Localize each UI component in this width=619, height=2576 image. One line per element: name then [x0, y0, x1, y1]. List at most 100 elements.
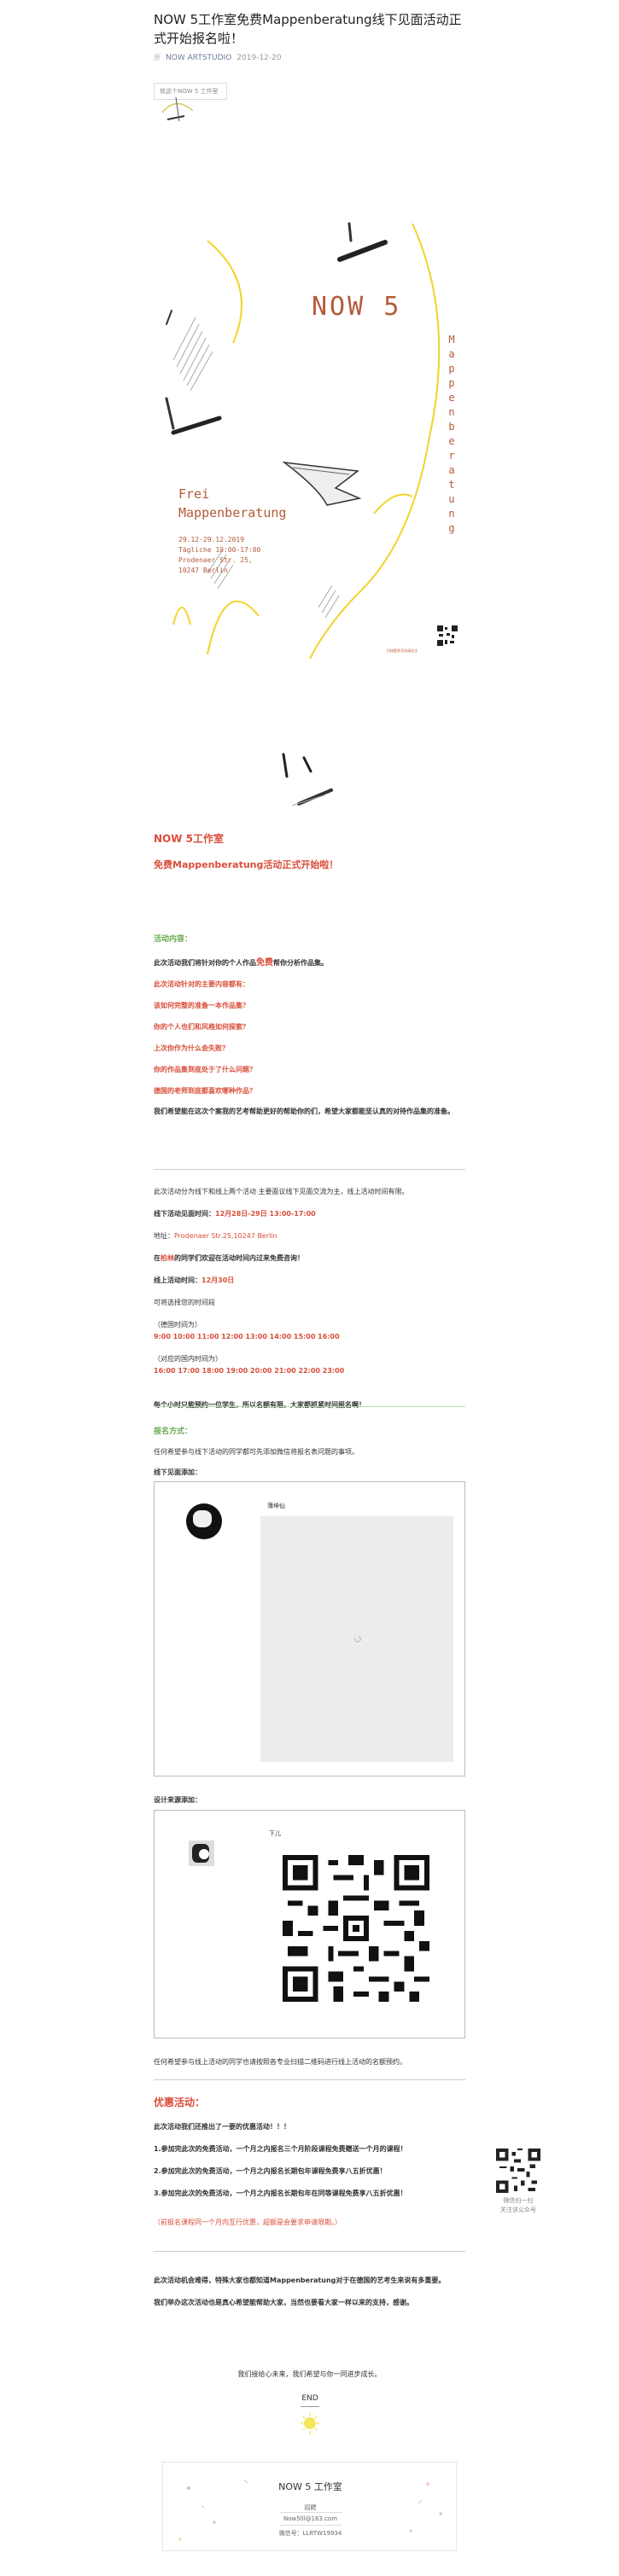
poster-frei: Frei	[178, 486, 210, 502]
wechat-qr-code-icon	[283, 1855, 429, 2002]
poster-vertical-letter: n	[448, 508, 455, 520]
poster-vertical-letter: n	[448, 406, 455, 418]
sidebar-qr-code-icon	[496, 2149, 540, 2193]
question-list: 此次活动针对的主要内容都有： 该如何完整的准备一本作品集？ 你的个人也们和风格如…	[154, 979, 465, 1097]
loading-icon	[354, 1636, 361, 1643]
card-wechat-id: 微信号：LLRTW19934	[278, 2530, 342, 2537]
second-contact-label: 设计来源添加：	[154, 1796, 201, 1804]
de-times: 9:00 10:00 11:00 12:00 13:00 14:00 15:00…	[154, 1333, 340, 1340]
lead-highlight: 免费	[256, 958, 273, 968]
poster-qr-code-icon	[436, 625, 458, 647]
promo-item: 2.参加完此次的免费活动，一个月之内报名长期包年课程免费享八五折优惠！	[154, 2167, 387, 2175]
contact-card-design: 下儿	[154, 1810, 465, 2038]
poster-vertical-letter: a	[448, 464, 455, 476]
content-section: 活动内容： 此次活动我们将针对你的个人作品免费帮你分析作品集。 此次活动针对的主…	[154, 933, 465, 1118]
content-closing: 我们希望能在这次个案我的艺考帮助更好的帮助你的们，希望大家都能坚认真的对待作品集…	[154, 1108, 454, 1115]
qr-image-placeholder	[260, 1516, 453, 1762]
decorative-strokes-icon	[282, 753, 333, 806]
end-underline	[301, 2406, 319, 2407]
card-divider	[279, 2525, 342, 2526]
card-label: 招聘	[304, 2504, 317, 2511]
poster-vertical-letter: u	[448, 493, 455, 505]
offline-label: 线下活动见面时间：	[154, 1210, 215, 1218]
divider	[154, 1169, 465, 1170]
article-header: NOW 5工作室免费Mappenberatung线下见面活动正式开始报名啦！ 原…	[154, 0, 465, 100]
poster-vertical-text: Mappenberatung	[447, 333, 457, 536]
poster-vertical-letter: g	[448, 522, 455, 534]
question-item: 德国的老师到底都喜欢哪种作品？	[154, 1087, 256, 1095]
content-lead: 此次活动我们将针对你的个人作品免费帮你分析作品集。	[154, 957, 465, 969]
page: NOW 5工作室免费Mappenberatung线下见面活动正式开始报名啦！ 原…	[0, 0, 619, 2576]
poster-vertical-letter: a	[448, 348, 455, 360]
poster-vertical-letter: e	[448, 435, 455, 447]
avatar	[186, 1503, 222, 1539]
question-item: 你的个人也们和风格如何探索？	[154, 1023, 249, 1031]
sidebar-line-1: 微信扫一扫	[503, 2197, 534, 2204]
signup-footer-note: 任何希望参与线上活动的同学也请按照各专业扫描二维码进行线上活动的名额预约。	[154, 2058, 406, 2066]
divider	[154, 2079, 465, 2080]
berlin-note: 在柏林的同学们欢迎在活动时间内过来免费咨询！	[154, 1253, 465, 1265]
de-time-label: （德国时间为）	[154, 1321, 201, 1329]
lead-suffix: 帮你分析作品集。	[273, 959, 328, 967]
poster-art-icon	[165, 222, 441, 660]
poster-vertical-letter: e	[448, 392, 455, 404]
original-badge-icon: 原	[154, 54, 161, 61]
choose-time: 可将选择您的时间段	[154, 1299, 215, 1306]
poster-vertical-letter: p	[448, 377, 455, 389]
question-item: 此次活动针对的主要内容都有：	[154, 980, 249, 988]
final-section: 此次活动机会难得，特殊大家也都知道Mappenberatung对于在德国的艺考生…	[154, 2275, 465, 2309]
poster-vertical-letter: p	[448, 363, 455, 375]
online-label: 线上活动时间：	[154, 1276, 201, 1284]
article-title: NOW 5工作室免费Mappenberatung线下见面活动正式开始报名啦！	[154, 12, 462, 46]
offline-time-row: 线下活动见面时间：12月28日-29日 13:00-17:00	[154, 1208, 465, 1220]
cn-times: 16:00 17:00 18:00 19:00 20:00 21:00 22:0…	[154, 1367, 345, 1375]
question-item: 上次你作为什么会失败？	[154, 1044, 229, 1052]
content-label: 活动内容：	[154, 935, 193, 944]
poster-frei-mappenberatung: Frei Mappenberatung	[178, 485, 286, 522]
contact-name: 下儿	[269, 1830, 281, 1837]
schedule-warning: 每个小时只能预约一位学生，所以名额有限，大家都抓紧时间报名啊！	[154, 1401, 365, 1409]
poster-details: 29.12-29.12.2019 Tägliche 10:00-17:00 Pr…	[178, 536, 261, 574]
article-meta: 原 NOW ARTSTUDIO 2019-12-20	[154, 53, 465, 62]
berlin-post: 的同学们欢迎在活动时间内过来免费咨询！	[174, 1254, 304, 1262]
card-email[interactable]: Now5lll@163.com	[163, 2515, 458, 2522]
promo-heading: 优惠活动：	[154, 2096, 206, 2108]
schedule-section: 此次活动分为线下和线上两个活动 主要面议线下见面交流为主，线上活动时间有限。 线…	[154, 1186, 465, 1411]
address-value: Prodenaer Str.25,10247 Berlin	[174, 1232, 277, 1240]
event-headline: 免费Mappenberatung活动正式开始啦！	[154, 859, 339, 870]
lead-prefix: 此次活动我们将针对你的个人作品	[154, 959, 256, 967]
signup-section: 报名方式： 任何希望参与线下活动的同学都可先添加微信将报名表问题的事项。 线下见…	[154, 1425, 465, 1479]
divider	[154, 1406, 465, 1407]
sidebar-line-2: 关注该公众号	[500, 2207, 536, 2213]
signup-label: 报名方式：	[154, 1428, 193, 1436]
sun-icon	[301, 2413, 319, 2434]
online-time: 12月30日	[201, 1276, 235, 1284]
second-contact-section: 设计来源添加：	[154, 1794, 465, 1806]
berlin-highlight: 柏林	[161, 1254, 174, 1262]
signup-desc: 任何希望参与线下活动的同学都可先添加微信将报名表问题的事项。	[154, 1448, 359, 1456]
divider	[154, 2251, 465, 2252]
intro-section: NOW 5工作室 免费Mappenberatung活动正式开始啦！	[154, 831, 465, 871]
contact-name: 薄坤仙	[267, 1503, 285, 1509]
promo-section: 优惠活动： 此次活动我们还推出了一要的优惠活动！！！ 1.参加完此次的免费活动，…	[154, 2095, 465, 2229]
header-sketch-icon	[161, 96, 194, 122]
author-link[interactable]: NOW ARTSTUDIO	[166, 54, 231, 62]
promo-item: 3.参加完此次的免费活动，一个月之内报名长期包年在同等课程免费享八五折优惠！	[154, 2189, 407, 2197]
poster-qr-caption: 扫描更多活动请关注	[387, 648, 418, 653]
promo-lead: 此次活动我们还推出了一要的优惠活动！！！	[154, 2123, 290, 2131]
publish-date: 2019-12-20	[237, 53, 282, 62]
card-divider	[279, 2512, 342, 2513]
studio-heading: NOW 5工作室	[154, 833, 225, 845]
question-item: 你的作品集到底处于了什么问题？	[154, 1066, 256, 1073]
promo-note: （前报名课程同一个月内互行优惠，超额是会要求申请限期。）	[154, 2218, 342, 2226]
question-item: 该如何完整的准备一本作品集？	[154, 1002, 249, 1009]
cn-time-label: （对应的国内时间为）	[154, 1355, 222, 1363]
poster-vertical-letter: t	[448, 479, 455, 491]
schedule-intro: 此次活动分为线下和线上两个活动 主要面议线下见面交流为主，线上活动时间有限。	[154, 1188, 409, 1195]
offline-time: 12月28日-29日 13:00-17:00	[215, 1210, 316, 1218]
card-studio-name: NOW 5 工作室	[278, 2481, 342, 2492]
sidebar-qr-widget[interactable]: 微信扫一扫 关注该公众号	[489, 2149, 547, 2215]
end-label: END	[301, 2394, 318, 2403]
studio-card: NOW 5 工作室 招聘 Now5lll@163.com 微信号：LLRTW19…	[162, 2462, 457, 2551]
berlin-pre: 在	[154, 1254, 161, 1262]
